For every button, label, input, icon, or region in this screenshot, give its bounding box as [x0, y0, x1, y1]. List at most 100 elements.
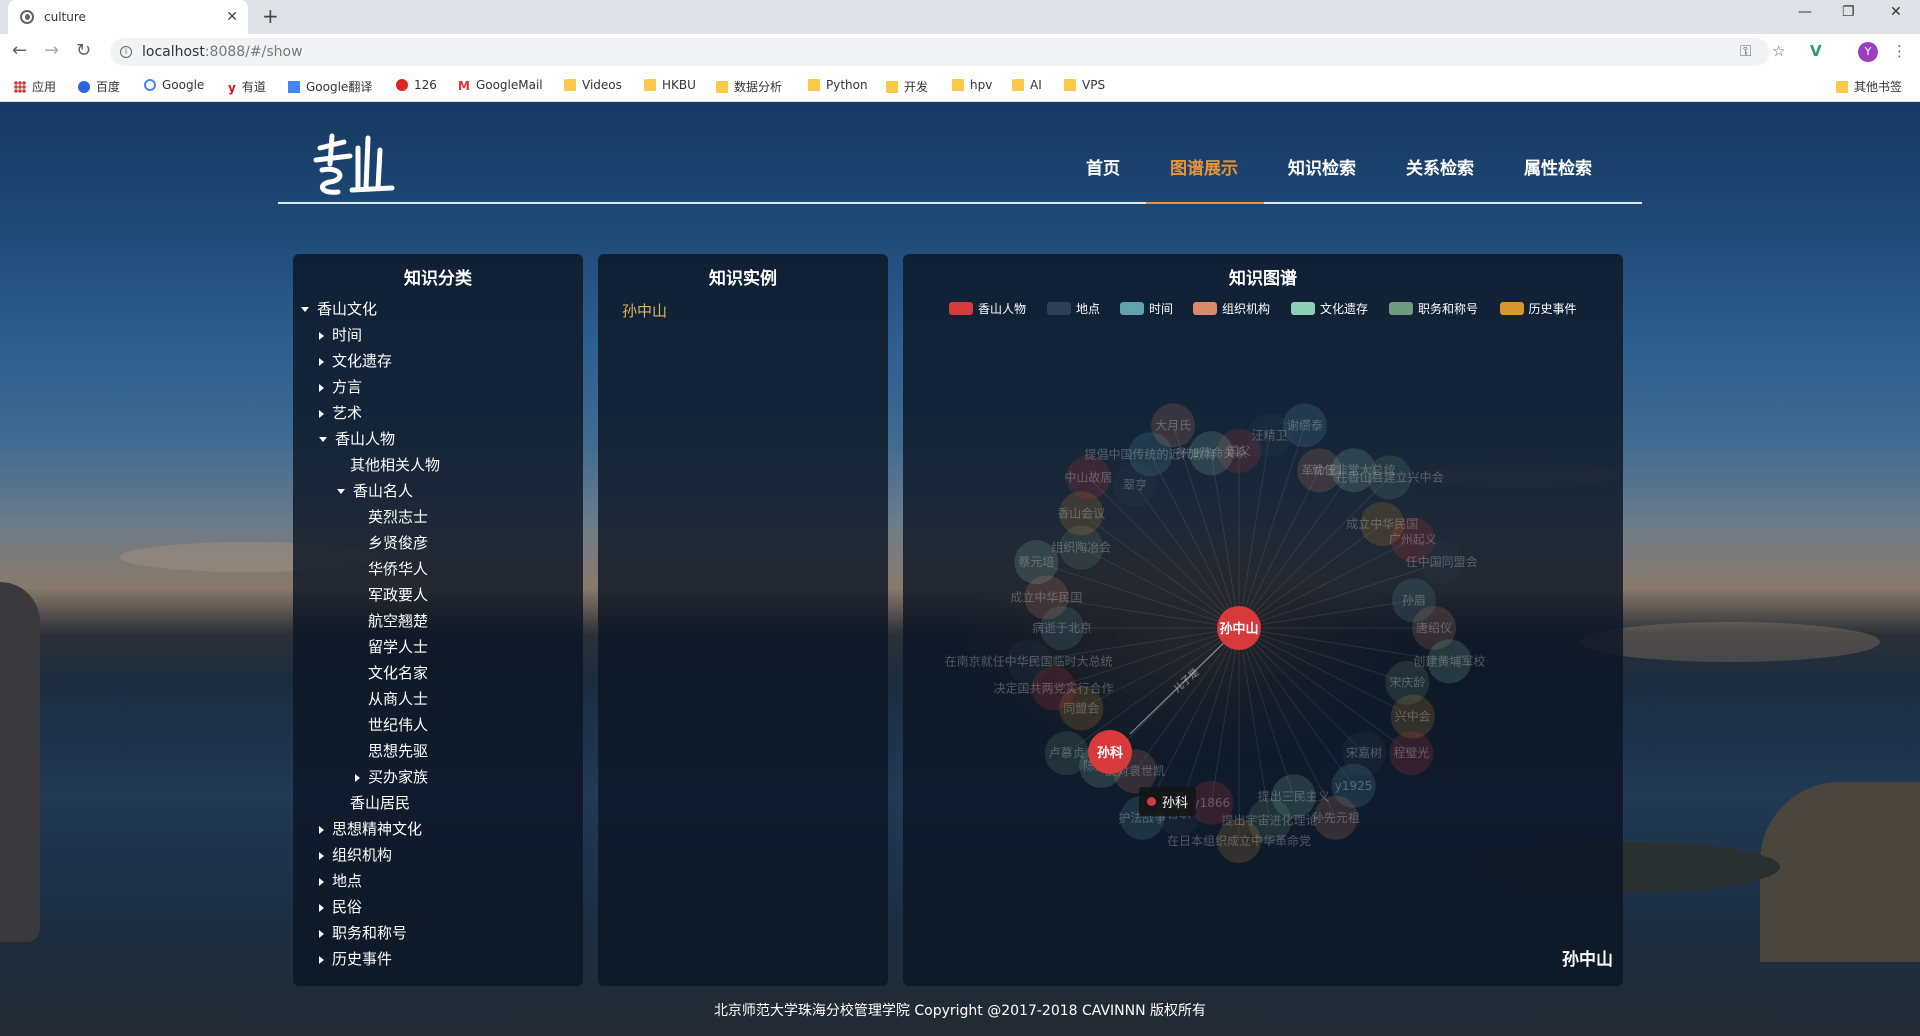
tree-node[interactable]: 航空翘楚	[368, 610, 428, 631]
caret-right-icon[interactable]	[319, 929, 324, 938]
tree-node[interactable]: 方言	[319, 376, 362, 397]
node-tooltip: 孙科	[1139, 787, 1197, 816]
bookmark-google[interactable]: Google	[144, 78, 204, 92]
tree-node[interactable]: 思想精神文化	[319, 818, 422, 839]
new-tab-icon[interactable]: +	[262, 4, 279, 28]
minimize-icon[interactable]: —	[1798, 4, 1812, 20]
tree-node[interactable]: 历史事件	[319, 948, 392, 969]
key-icon[interactable]: ⚿	[1740, 42, 1751, 60]
tree-node[interactable]: 买办家族	[355, 766, 428, 787]
vue-devtools-icon[interactable]: V	[1810, 42, 1822, 60]
bookmark-data-analysis[interactable]: 数据分析	[716, 78, 782, 95]
tab-title: culture	[44, 10, 86, 24]
graph-node-label: 在香山县建立兴中会	[1336, 469, 1444, 484]
bookmark-hpv[interactable]: hpv	[952, 78, 992, 92]
url-field[interactable]: i localhost:8088/#/show	[110, 38, 1770, 66]
tree-node[interactable]: 地点	[319, 870, 362, 891]
tree-node-label: 乡贤俊彦	[368, 534, 429, 552]
bookmark-baidu[interactable]: 百度	[78, 78, 120, 95]
graph-edge	[1134, 484, 1240, 629]
nav-attribute-search[interactable]: 属性检索	[1524, 154, 1592, 179]
gmail-icon: M	[458, 79, 470, 93]
graph-node-label: 宋嘉树	[1346, 745, 1382, 760]
caret-down-icon[interactable]	[319, 437, 327, 442]
header-divider	[278, 202, 1642, 204]
graph-panel: 知识图谱 香山人物 地点 时间 组织机构 文化遗存 职务和称号 历史事件 国父 汪精卫 谢缵泰革…	[903, 254, 1623, 986]
nav-knowledge-search[interactable]: 知识检索	[1288, 154, 1356, 179]
tree-node[interactable]: 文化遗存	[319, 350, 392, 371]
tree-node-label: 地点	[332, 872, 363, 890]
bookmark-126[interactable]: 126	[396, 78, 437, 92]
tree-node[interactable]: 从商人士	[368, 688, 428, 709]
tree-node[interactable]: 文化名家	[368, 662, 428, 683]
reload-icon[interactable]: ↻	[76, 40, 91, 61]
tree-node[interactable]: 英烈志士	[368, 506, 428, 527]
graph-node-label: 卢慕贞	[1049, 745, 1085, 760]
caret-right-icon[interactable]	[319, 955, 324, 964]
nav-graph-display[interactable]: 图谱展示	[1170, 154, 1238, 179]
caret-right-icon[interactable]	[319, 383, 324, 392]
tree-node[interactable]: 艺术	[319, 402, 362, 423]
caret-right-icon[interactable]	[319, 903, 324, 912]
caret-down-icon[interactable]	[301, 307, 309, 312]
tree-node[interactable]: 香山名人	[337, 480, 413, 501]
tree-node[interactable]: 思想先驱	[368, 740, 428, 761]
graph-node-label: 兴中会	[1395, 709, 1431, 724]
nav-relation-search[interactable]: 关系检索	[1406, 154, 1474, 179]
instance-item[interactable]: 孙中山	[622, 300, 667, 321]
caret-right-icon[interactable]	[319, 877, 324, 886]
bookmark-googlemail[interactable]: M GoogleMail	[458, 78, 543, 93]
caret-right-icon[interactable]	[319, 409, 324, 418]
info-icon[interactable]: i	[120, 46, 132, 58]
bookmark-vps[interactable]: VPS	[1064, 78, 1105, 92]
tree-node-label: 英烈志士	[368, 508, 429, 526]
tree-node[interactable]: 民俗	[319, 896, 362, 917]
bookmark-videos[interactable]: Videos	[564, 78, 622, 92]
bookmark-dev[interactable]: 开发	[886, 78, 928, 95]
browser-tab[interactable]: culture ✕	[8, 0, 248, 34]
graph-node-label: 谢缵泰	[1287, 417, 1323, 432]
tree-node[interactable]: 军政要人	[368, 584, 428, 605]
window-close-icon[interactable]: ✕	[1890, 4, 1902, 20]
tree-node-label: 从商人士	[368, 690, 429, 708]
tree-node[interactable]: 其他相关人物	[350, 454, 440, 475]
bookmark-apps[interactable]: 应用	[14, 78, 56, 95]
caret-right-icon[interactable]	[319, 851, 324, 860]
bookmark-python[interactable]: Python	[808, 78, 868, 92]
bookmark-other[interactable]: 其他书签	[1836, 78, 1902, 95]
nav-home[interactable]: 首页	[1086, 154, 1120, 179]
caret-right-icon[interactable]	[319, 825, 324, 834]
xiangshan-logo[interactable]	[312, 130, 402, 200]
tree-node[interactable]: 组织机构	[319, 844, 392, 865]
tree-node-label: 组织机构	[332, 846, 393, 864]
knowledge-graph[interactable]: 国父汪精卫谢缵泰革命家就任非常大总统在香山县建立兴中会成立中华民国广州起义任中国…	[903, 254, 1623, 986]
close-tab-icon[interactable]: ✕	[226, 9, 238, 25]
forward-icon[interactable]: →	[44, 40, 59, 61]
tree-node[interactable]: 香山人物	[319, 428, 395, 449]
menu-icon[interactable]: ⋮	[1892, 42, 1907, 60]
bookmark-youdao[interactable]: y 有道	[228, 78, 266, 95]
tree-node[interactable]: 乡贤俊彦	[368, 532, 428, 553]
tree-node[interactable]: 留学人士	[368, 636, 428, 657]
caret-right-icon[interactable]	[319, 357, 324, 366]
restore-icon[interactable]: ❐	[1842, 4, 1855, 20]
tree-node[interactable]: 香山文化	[301, 298, 377, 319]
google-icon	[144, 79, 156, 91]
bookmark-hkbu[interactable]: HKBU	[644, 78, 696, 92]
tree-node[interactable]: 职务和称号	[319, 922, 407, 943]
baidu-icon	[78, 80, 90, 93]
avatar[interactable]: Y	[1858, 42, 1878, 62]
tree-node-label: 文化名家	[368, 664, 429, 682]
caret-right-icon[interactable]	[355, 773, 360, 782]
bookmark-ai[interactable]: AI	[1012, 78, 1042, 92]
bookmark-google-translate[interactable]: Google翻译	[288, 78, 372, 95]
tree-node[interactable]: 时间	[319, 324, 362, 345]
caret-right-icon[interactable]	[319, 331, 324, 340]
tree-node[interactable]: 华侨华人	[368, 558, 428, 579]
caret-down-icon[interactable]	[337, 489, 345, 494]
folder-icon	[808, 79, 820, 91]
tree-node[interactable]: 世纪伟人	[368, 714, 428, 735]
star-icon[interactable]: ☆	[1772, 42, 1785, 60]
tree-node[interactable]: 香山居民	[350, 792, 410, 813]
back-icon[interactable]: ←	[12, 40, 27, 61]
